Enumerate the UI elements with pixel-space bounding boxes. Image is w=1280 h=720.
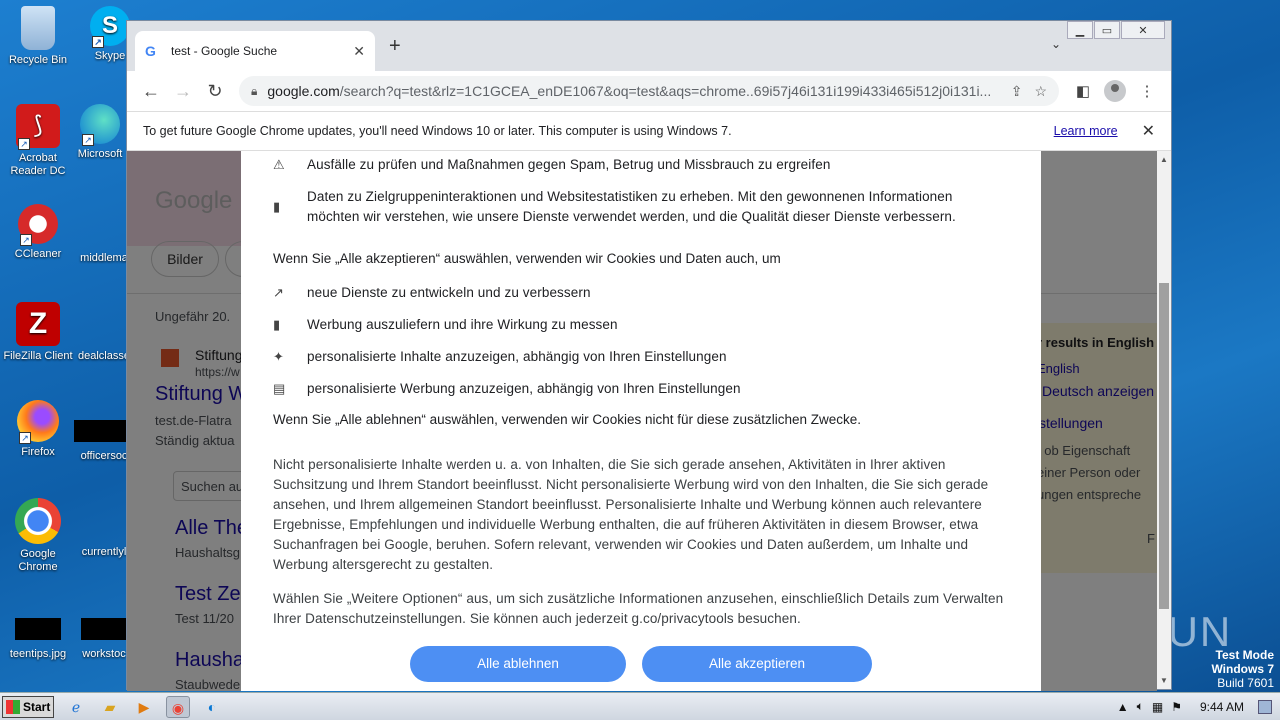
accept-heading: Wenn Sie „Alle akzeptieren“ auswählen, v…: [273, 251, 781, 266]
menu-kebab-icon[interactable]: ⋮: [1131, 82, 1163, 100]
consent-item-personal-ads: ▤ personalisierte Werbung anzuzeigen, ab…: [273, 379, 1007, 399]
new-tab-button[interactable]: +: [389, 35, 401, 58]
lock-icon[interactable]: 🔒︎: [251, 84, 257, 99]
test-mode-notice: Test Mode Windows 7 Build 7601: [1211, 648, 1274, 690]
back-button[interactable]: ←: [135, 81, 167, 102]
skype-icon: S ↗: [90, 6, 130, 48]
reject-heading: Wenn Sie „Alle ablehnen“ auswählen, verw…: [273, 412, 862, 427]
taskbar-explorer-icon[interactable]: ▰: [98, 696, 122, 718]
ad-icon: ▤: [273, 381, 286, 396]
ccleaner-icon: ↗: [18, 204, 58, 246]
consent-item-personal-content: ✦ personalisierte Inhalte anzuzeigen, ab…: [273, 347, 1007, 367]
file-icon: [82, 498, 126, 542]
url-path: /search?q=test&rlz=1C1GCEA_enDE1067&oq=t…: [339, 83, 992, 99]
network-icon[interactable]: ▦: [1152, 700, 1163, 714]
desktop-icon-ccleaner[interactable]: ↗ CCleaner: [0, 204, 76, 261]
warning-icon: ⚠︎: [273, 157, 285, 172]
volume-icon[interactable]: 🔈︎: [1137, 699, 1144, 714]
accept-all-button[interactable]: Alle akzeptieren: [642, 646, 872, 682]
scrollbar-thumb[interactable]: [1159, 283, 1169, 609]
tab-close-icon[interactable]: ✕: [353, 43, 365, 60]
filezilla-icon: Z: [16, 302, 60, 346]
side-panel-icon[interactable]: ◧: [1067, 82, 1099, 100]
file-thumbnail: [74, 420, 134, 442]
desktop-icon-teentips[interactable]: teentips.jpg: [0, 618, 76, 661]
desktop-icon-filezilla[interactable]: Z FileZilla Client: [0, 302, 76, 363]
sparkle-icon: ✦: [273, 349, 284, 364]
acrobat-icon: ⟆ ↗: [16, 104, 60, 150]
desktop-icon-google-chrome[interactable]: Google Chrome: [0, 498, 76, 574]
scroll-up-icon[interactable]: ▲: [1160, 155, 1168, 164]
taskbar: Start ℯ ▰ ▶ ◉ ◐ ▲ 🔈︎ ▦ ⚑ 9:44 AM: [0, 692, 1280, 720]
chrome-icon: [15, 498, 61, 544]
page-scrollbar[interactable]: ▲ ▼: [1157, 151, 1171, 689]
update-infobar: To get future Google Chrome updates, you…: [127, 111, 1171, 151]
reject-all-button[interactable]: Alle ablehnen: [410, 646, 626, 682]
show-desktop-button[interactable]: [1258, 699, 1272, 714]
recycle-bin-icon: [21, 6, 55, 50]
shortcut-arrow-icon: ↗: [18, 138, 30, 150]
chrome-window: G test - Google Suche ✕ + ⌄ ▁ ▭ ✕ ← → ↻ …: [126, 20, 1172, 691]
forward-button[interactable]: →: [167, 81, 199, 102]
image-thumbnail: [15, 618, 61, 640]
taskbar-chrome-icon[interactable]: ◉: [166, 695, 190, 718]
consent-item-ads: ▮ Werbung auszuliefern und ihre Wirkung …: [273, 315, 1007, 335]
cookie-consent-dialog: ⚠︎ Ausfälle zu prüfen und Maßnahmen gege…: [241, 151, 1041, 691]
learn-more-link[interactable]: Learn more: [1054, 124, 1118, 138]
bar-chart-icon: ▮: [273, 199, 281, 214]
non-personalized-paragraph: Nicht personalisierte Inhalte werden u. …: [273, 457, 989, 572]
shortcut-arrow-icon: ↗: [92, 36, 104, 48]
scroll-down-icon[interactable]: ▼: [1160, 676, 1168, 685]
reload-button[interactable]: ↻: [199, 81, 231, 102]
maximize-button[interactable]: ▭: [1094, 21, 1120, 39]
google-favicon-icon: G: [145, 43, 156, 59]
infobar-message: To get future Google Chrome updates, you…: [143, 124, 732, 138]
infobar-close-icon[interactable]: ✕: [1142, 121, 1155, 141]
taskbar-ie-icon[interactable]: ℯ: [64, 696, 88, 718]
windows-logo-icon: [6, 699, 20, 714]
file-icon: [82, 302, 126, 346]
url-host: google.com: [267, 83, 340, 99]
page-content: Google Bilder Ungefähr 20. Stiftung http…: [127, 151, 1157, 691]
tab-search-chevron-icon[interactable]: ⌄: [1051, 37, 1061, 51]
start-button[interactable]: Start: [2, 695, 54, 718]
file-icon: [82, 204, 126, 248]
taskbar-edge-icon[interactable]: ◐: [200, 696, 224, 718]
profile-avatar-icon[interactable]: [1104, 80, 1126, 102]
trending-icon: ↗: [273, 285, 284, 300]
consent-item-develop: ↗ neue Dienste zu entwickeln und zu verb…: [273, 283, 1007, 303]
bookmark-star-icon[interactable]: ☆: [1034, 83, 1047, 100]
address-bar[interactable]: 🔒︎ google.com /search?q=test&rlz=1C1GCEA…: [239, 76, 1059, 106]
file-thumbnail: [81, 618, 127, 640]
consent-item-spam: ⚠︎ Ausfälle zu prüfen und Maßnahmen gege…: [273, 155, 1007, 175]
tab-strip: G test - Google Suche ✕ + ⌄ ▁ ▭ ✕: [127, 21, 1171, 71]
shortcut-arrow-icon: ↗: [82, 134, 94, 146]
system-tray: ▲ 🔈︎ ▦ ⚑ 9:44 AM: [1109, 699, 1280, 714]
consent-item-stats: ▮ Daten zu Zielgruppeninteraktionen und …: [273, 187, 1007, 227]
bar-chart-icon: ▮: [273, 317, 281, 332]
desktop-icon-firefox[interactable]: ↗ Firefox: [0, 400, 76, 459]
browser-toolbar: ← → ↻ 🔒︎ google.com /search?q=test&rlz=1…: [127, 71, 1171, 111]
action-center-flag-icon[interactable]: ⚑: [1171, 700, 1182, 714]
shortcut-arrow-icon: ↗: [19, 432, 31, 444]
edge-icon: ↗: [80, 104, 120, 146]
firefox-icon: ↗: [17, 400, 59, 444]
desktop-icon-recycle-bin[interactable]: Recycle Bin: [0, 6, 76, 67]
shortcut-arrow-icon: ↗: [20, 234, 32, 246]
tray-expand-icon[interactable]: ▲: [1117, 700, 1129, 714]
clock[interactable]: 9:44 AM: [1200, 700, 1244, 714]
minimize-button[interactable]: ▁: [1067, 21, 1093, 39]
share-icon[interactable]: ⇪: [1011, 83, 1023, 100]
taskbar-media-player-icon[interactable]: ▶: [132, 696, 156, 718]
window-controls: ▁ ▭ ✕: [1066, 21, 1165, 39]
tab-google-search[interactable]: G test - Google Suche ✕: [135, 31, 375, 71]
tab-title: test - Google Suche: [171, 44, 278, 58]
more-options-paragraph: Wählen Sie „Weitere Optionen“ aus, um si…: [273, 591, 1004, 626]
close-window-button[interactable]: ✕: [1121, 21, 1165, 39]
